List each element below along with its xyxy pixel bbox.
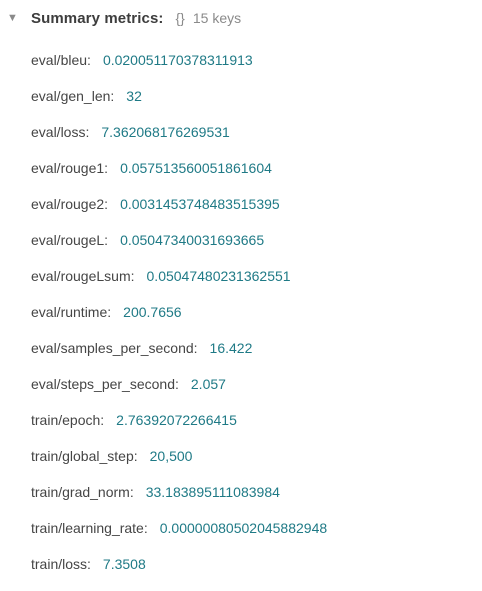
metric-value: 33.183895111083984 [145,484,280,500]
metric-value: 2.76392072266415 [116,412,237,428]
metric-row: eval/bleu:0.020051170378311913 [31,52,253,68]
metric-key: eval/rouge1 [31,160,105,176]
metric-key: eval/steps_per_second [31,376,175,392]
metric-row: eval/rouge2:0.0031453748483515395 [31,196,280,212]
metric-key: eval/gen_len [31,88,111,104]
metric-key: train/epoch [31,412,101,428]
metric-row: eval/samples_per_second:16.422 [31,340,253,356]
metric-key: eval/rouge2 [31,196,105,212]
metric-row: eval/runtime:200.7656 [31,304,182,320]
metric-value: 7.362068176269531 [101,124,230,140]
metric-row: train/grad_norm:33.183895111083984 [31,484,280,500]
metric-value: 0.05047340031693665 [120,232,265,248]
collapse-caret-icon[interactable]: ▼ [7,12,27,24]
key-count: 15 keys [192,10,242,26]
object-braces-icon: {} [175,10,185,26]
metric-key: train/learning_rate [31,520,144,536]
summary-metrics-header[interactable]: ▼ Summary metrics: {} 15 keys [0,6,241,30]
metric-key: train/global_step [31,448,134,464]
metric-row: eval/gen_len:32 [31,88,142,104]
metric-key: train/loss [31,556,88,572]
metric-key: eval/rougeLsum [31,268,131,284]
metric-key: eval/loss [31,124,86,140]
metric-value: 0.00000080502045882948 [159,520,328,536]
metric-row: train/global_step:20,500 [31,448,193,464]
metric-row: eval/rougeLsum:0.05047480231362551 [31,268,291,284]
metric-row: train/learning_rate:0.000000805020458829… [31,520,328,536]
metric-value: 16.422 [209,340,253,356]
metric-value: 0.05047480231362551 [146,268,291,284]
metric-value: 0.057513560051861604 [120,160,272,176]
metric-value: 7.3508 [102,556,146,572]
metric-value: 2.057 [190,376,226,392]
metric-key: eval/samples_per_second [31,340,194,356]
metric-row: train/loss:7.3508 [31,556,146,572]
metric-key: train/grad_norm [31,484,130,500]
metric-row: eval/steps_per_second:2.057 [31,376,226,392]
metric-key: eval/runtime [31,304,108,320]
metric-row: eval/rouge1:0.057513560051861604 [31,160,272,176]
metric-row: train/epoch:2.76392072266415 [31,412,237,428]
metric-value: 20,500 [149,448,193,464]
metric-key: eval/rougeL [31,232,105,248]
summary-metrics-title: Summary metrics: [31,9,164,27]
metric-row: eval/rougeL:0.05047340031693665 [31,232,265,248]
metric-value: 0.020051170378311913 [102,52,253,68]
metric-value: 200.7656 [123,304,182,320]
metric-value: 0.0031453748483515395 [120,196,280,212]
metric-row: eval/loss:7.362068176269531 [31,124,230,140]
metric-key: eval/bleu [31,52,88,68]
metrics-list: eval/bleu:0.020051170378311913 eval/gen_… [31,42,327,582]
metric-value: 32 [126,88,142,104]
